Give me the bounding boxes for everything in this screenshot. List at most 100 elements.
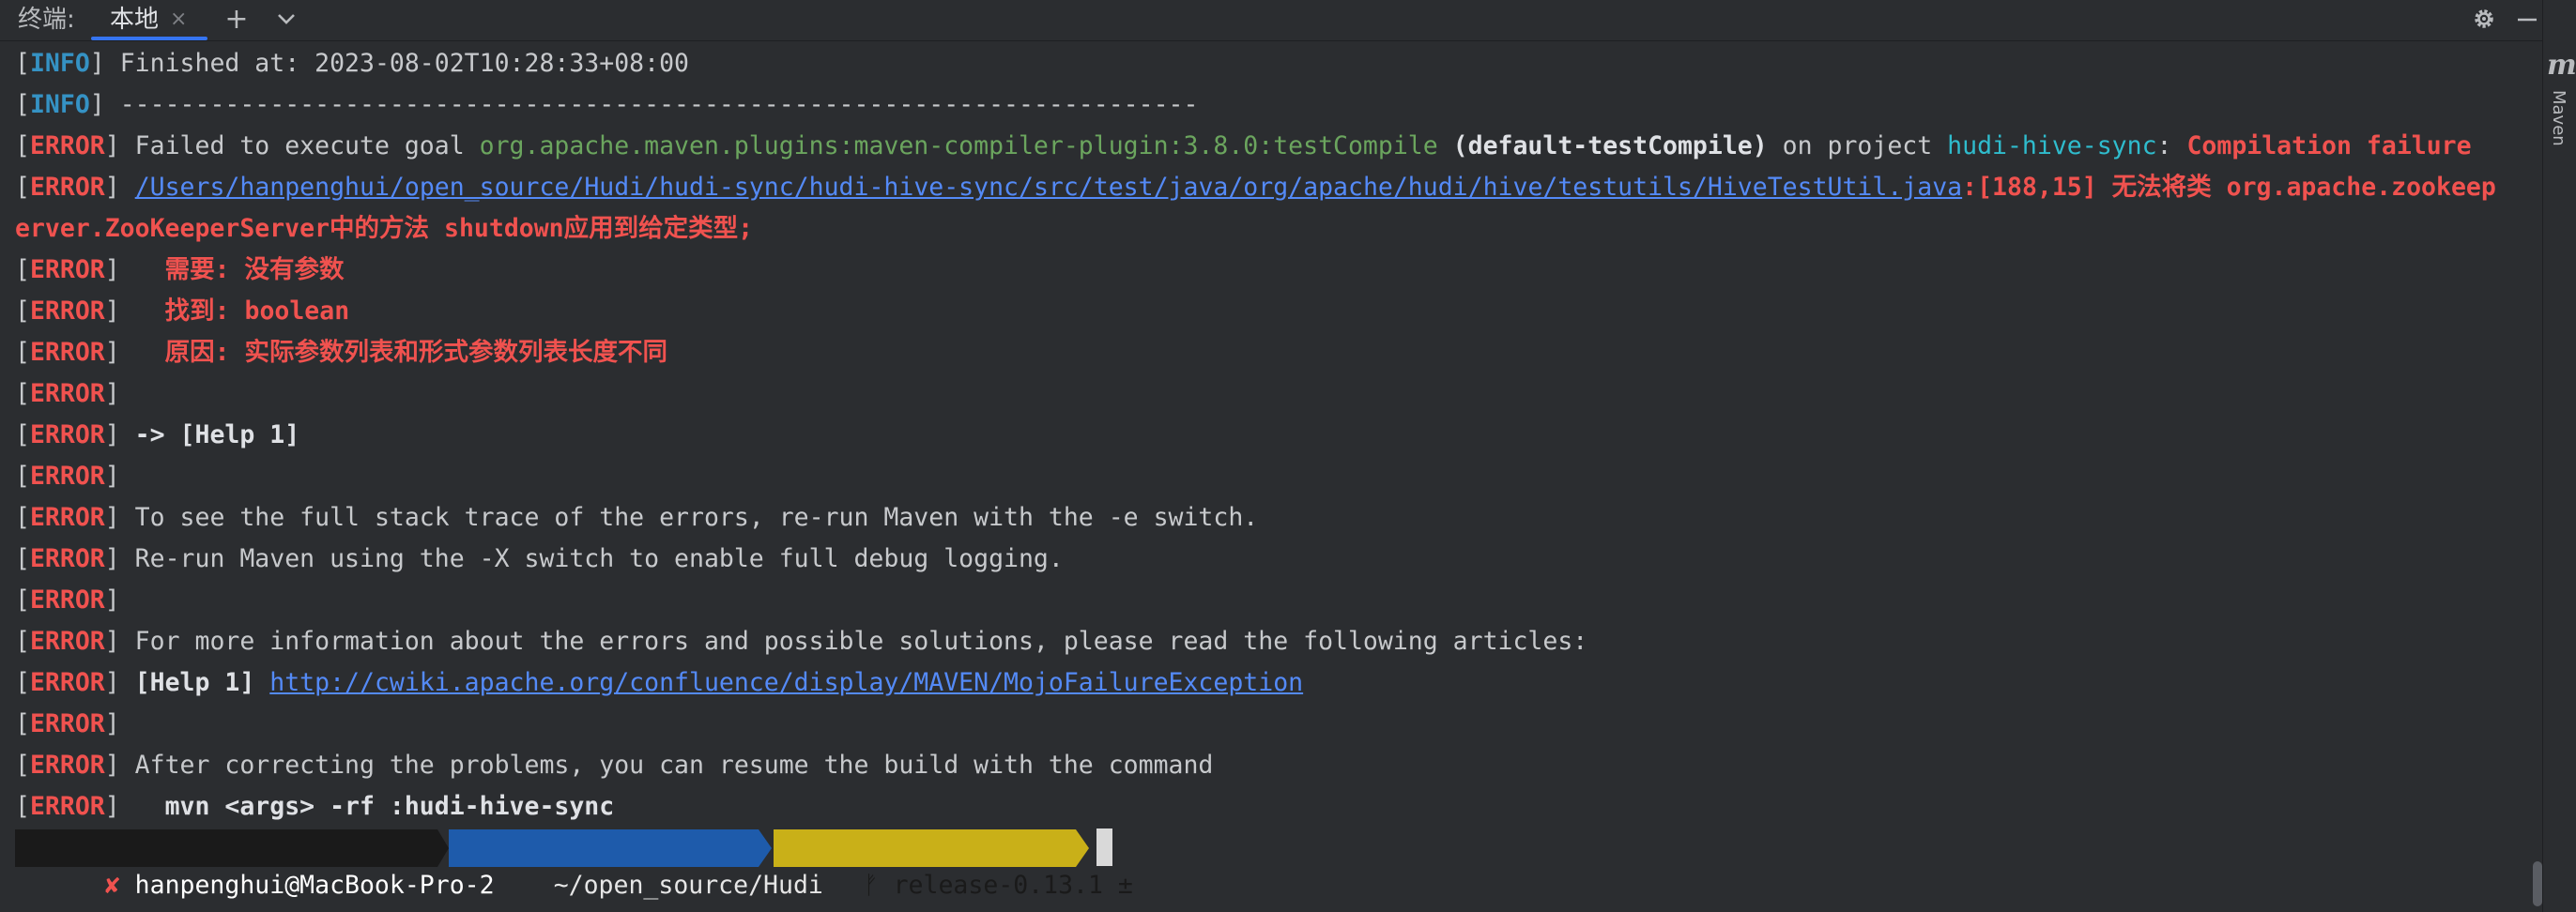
file-path-link[interactable]: /Users/hanpenghui/open_source/Hudi/hudi-… [135,173,1962,202]
maven-tool-button[interactable]: Maven [2549,90,2568,146]
log-level-tag: ERROR [29,503,105,532]
log-bracket-open: [ [15,420,30,449]
minimize-glyph [2518,18,2537,22]
log-bracket-close: ] [104,709,120,738]
log-text: Finished at: 2023-08-02T10:28:33+08:00 [104,49,689,78]
tab-local[interactable]: 本地 × [91,0,207,40]
prompt-separator-icon [437,829,449,867]
log-bracket-open: [ [15,49,30,78]
log-bracket-close: ] [89,49,105,78]
terminal-line: [ERROR] [15,373,120,415]
log-level-tag: ERROR [29,131,105,160]
terminal-line: [ERROR] /Users/hanpenghui/open_source/Hu… [15,167,2496,208]
log-text: erver.ZooKeeperServer中的方法 shutdown应用到给定类… [15,214,754,243]
log-level-tag: ERROR [29,544,105,573]
log-level-tag: ERROR [29,420,105,449]
maven-goal: org.apache.maven.plugins:maven-compiler-… [479,131,1438,160]
log-bracket-open: [ [15,544,30,573]
log-text: on project [1767,131,1948,160]
prompt-separator-icon [759,829,772,867]
log-bracket-open: [ [15,751,30,780]
log-bracket-open: [ [15,379,30,408]
terminal-line: [ERROR] mvn <args> -rf :hudi-hive-sync [15,786,614,828]
log-bracket-close: ] [104,792,120,821]
log-text: : [2156,131,2187,160]
terminal-line: [ERROR] Re-run Maven using the -X switch… [15,539,1064,580]
gear-glyph [2475,9,2493,28]
log-level-tag: ERROR [29,379,105,408]
log-bracket-open: [ [15,585,30,615]
prompt-git-segment: ᚠ release-0.13.1 ± [774,829,1133,900]
log-text: To see the full stack trace of the error… [119,503,1259,532]
chevron-down-icon[interactable] [271,5,301,39]
terminal-line: [ERROR] 原因: 实际参数列表和形式参数列表长度不同 [15,332,667,373]
terminal-line: [ERROR] To see the full stack trace of t… [15,497,1258,539]
vertical-scrollbar[interactable] [2533,861,2542,906]
log-text: After correcting the problems, you can r… [119,751,1214,780]
compile-error-message: :[188,15] 无法将类 org.apache.zookeep [1962,173,2496,202]
fail-mark-icon: ✘ [104,871,120,900]
terminal-line: [ERROR] -> [Help 1] [15,415,299,456]
log-bracket-close: ] [104,503,120,532]
log-level-tag: ERROR [29,792,105,821]
log-bracket-open: [ [15,462,30,491]
terminal-line: [ERROR] 找到: boolean [15,291,349,332]
log-bracket-close: ] [104,338,120,367]
log-bracket-close: ] [104,668,120,697]
log-bracket-close: ] [104,379,120,408]
terminal-line: erver.ZooKeeperServer中的方法 shutdown应用到给定类… [15,208,753,250]
terminal-tab-bar: 终端: 本地 × + [0,0,2542,41]
log-level-tag: ERROR [29,668,105,697]
tab-local-label: 本地 [110,6,160,34]
right-tool-strip: m Maven [2542,0,2576,912]
chevron-down-glyph [278,14,295,24]
log-bracket-open: [ [15,709,30,738]
prompt-separator-icon [1076,829,1089,867]
close-icon[interactable]: × [170,6,187,34]
help-ref: [Help 1] [119,668,270,697]
minimize-icon[interactable] [2512,5,2542,39]
terminal-line: [ERROR] [Help 1] http://cwiki.apache.org… [15,662,1303,704]
log-level-tag: ERROR [29,709,105,738]
maven-m-icon[interactable]: m [2547,49,2576,82]
log-text: mvn <args> -rf :hudi-hive-sync [119,792,615,821]
log-text: 需要: 没有参数 [119,255,345,284]
log-bracket-open: [ [15,792,30,821]
terminal-line: [ERROR] Failed to execute goal org.apach… [15,126,2472,167]
gear-icon[interactable] [2467,5,2501,39]
log-bracket-close: ] [104,751,120,780]
active-tab-indicator [91,37,207,40]
terminal-tool-title: 终端: [18,6,75,34]
log-level-tag: ERROR [29,296,105,326]
log-level-tag: INFO [29,90,90,119]
prompt-user-segment: ✘ hanpenghui@MacBook-Pro-2 [15,829,495,900]
help-url-link[interactable]: http://cwiki.apache.org/confluence/displ… [269,668,1303,697]
log-bracket-close: ] [104,255,120,284]
log-bracket-open: [ [15,627,30,656]
prompt-git-branch: release-0.13.1 ± [878,871,1133,900]
terminal-line: [INFO] ---------------------------------… [15,84,1198,126]
log-bracket-open: [ [15,90,30,119]
log-bracket-open: [ [15,255,30,284]
log-level-tag: ERROR [29,627,105,656]
log-bracket-open: [ [15,173,30,202]
log-bracket-open: [ [15,338,30,367]
log-bracket-close: ] [104,544,120,573]
log-bracket-close: ] [89,90,105,119]
log-bracket-open: [ [15,131,30,160]
log-bracket-open: [ [15,668,30,697]
log-level-tag: ERROR [29,462,105,491]
terminal-line: [ERROR] [15,456,120,497]
git-branch-icon: ᚠ [863,871,879,900]
add-tab-icon[interactable]: + [222,5,252,35]
log-level-tag: ERROR [29,585,105,615]
prompt-dir-segment: ~/open_source/Hudi [449,829,823,900]
log-bracket-close: ] [104,420,120,449]
log-text: Failed to execute goal [119,131,480,160]
log-level-tag: ERROR [29,338,105,367]
log-level-tag: ERROR [29,173,105,202]
terminal-line: [ERROR] [15,704,120,745]
log-text: -> [Help 1] [119,420,300,449]
execution-id: (default-testCompile) [1437,131,1768,160]
log-bracket-open: [ [15,296,30,326]
